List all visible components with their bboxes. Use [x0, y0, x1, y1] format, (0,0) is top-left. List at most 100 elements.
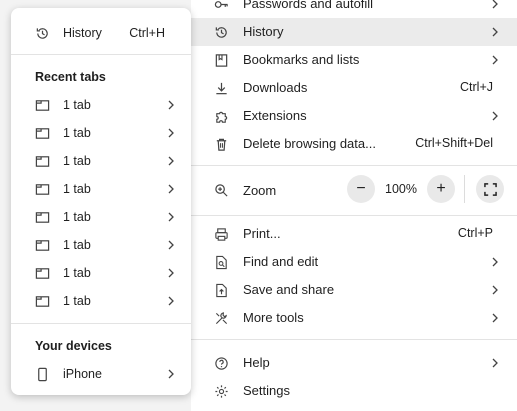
recent-tab-item[interactable]: 1 tab: [11, 147, 191, 175]
menu-item-print[interactable]: Print... Ctrl+P: [191, 220, 517, 248]
chevron-right-icon: [489, 256, 501, 268]
menu-item-history[interactable]: History: [191, 18, 517, 46]
fullscreen-button[interactable]: [476, 175, 504, 203]
tab-icon: [35, 182, 50, 197]
your-devices-heading: Your devices: [35, 339, 112, 353]
menu-item-label: Extensions: [243, 108, 307, 123]
recent-tab-item[interactable]: 1 tab: [11, 119, 191, 147]
tab-icon: [35, 294, 50, 309]
recent-tab-label: 1 tab: [63, 266, 91, 280]
recent-tab-label: 1 tab: [63, 210, 91, 224]
tab-icon: [35, 154, 50, 169]
shortcut-label: Ctrl+P: [457, 226, 493, 240]
menu-item-label: Settings: [243, 383, 290, 398]
chevron-right-icon: [165, 211, 177, 223]
device-label: iPhone: [63, 367, 102, 381]
menu-item-label: Save and share: [243, 282, 335, 297]
chevron-right-icon: [489, 54, 501, 66]
chevron-right-icon: [165, 295, 177, 307]
menu-item-settings[interactable]: Settings: [191, 377, 517, 405]
tab-icon: [35, 126, 50, 141]
recent-tab-label: 1 tab: [63, 126, 91, 140]
menu-item-label: More tools: [243, 310, 304, 325]
recent-tab-item[interactable]: 1 tab: [11, 175, 191, 203]
chevron-right-icon: [165, 127, 177, 139]
recent-tabs-heading: Recent tabs: [35, 70, 106, 84]
recent-tab-label: 1 tab: [63, 182, 91, 196]
menu-item-passwords[interactable]: Passwords and autofill: [191, 0, 517, 18]
menu-item-save-and-share[interactable]: Save and share: [191, 276, 517, 304]
download-icon: [214, 81, 229, 96]
tab-icon: [35, 98, 50, 113]
submenu-item-label: History: [63, 26, 102, 40]
shortcut-label: Ctrl+J: [460, 80, 493, 94]
find-page-icon: [214, 255, 229, 270]
trash-icon: [214, 137, 229, 152]
chevron-right-icon: [489, 0, 501, 10]
menu-item-more-tools[interactable]: More tools: [191, 304, 517, 332]
menu-item-bookmarks[interactable]: Bookmarks and lists: [191, 46, 517, 74]
tools-icon: [214, 311, 229, 326]
chevron-right-icon: [165, 183, 177, 195]
menu-item-label: Help: [243, 355, 270, 370]
recent-tab-item[interactable]: 1 tab: [11, 231, 191, 259]
menu-item-label: Delete browsing data...: [243, 136, 376, 151]
recent-tab-item[interactable]: 1 tab: [11, 287, 191, 315]
recent-tab-label: 1 tab: [63, 238, 91, 252]
recent-tab-label: 1 tab: [63, 154, 91, 168]
menu-divider: [191, 215, 517, 216]
menu-item-label: Bookmarks and lists: [243, 52, 360, 67]
puzzle-icon: [214, 109, 229, 124]
chevron-right-icon: [165, 239, 177, 251]
history-icon: [35, 26, 50, 41]
recent-tab-label: 1 tab: [63, 98, 91, 112]
chevron-right-icon: [489, 284, 501, 296]
chevron-right-icon: [489, 357, 501, 369]
zoom-level-value: 100%: [385, 182, 417, 196]
menu-item-label: History: [243, 24, 284, 39]
fullscreen-icon: [483, 182, 497, 196]
tab-icon: [35, 266, 50, 281]
zoom-out-button[interactable]: −: [347, 175, 375, 203]
menu-divider: [191, 339, 517, 340]
save-share-icon: [214, 283, 229, 298]
history-icon: [214, 25, 229, 40]
recent-tab-item[interactable]: 1 tab: [11, 91, 191, 119]
bookmark-icon: [214, 53, 229, 68]
recent-tab-item[interactable]: 1 tab: [11, 259, 191, 287]
smartphone-icon: [35, 367, 50, 382]
printer-icon: [214, 227, 229, 242]
menu-item-find-and-edit[interactable]: Find and edit: [191, 248, 517, 276]
submenu-item-history[interactable]: History Ctrl+H: [11, 19, 191, 47]
submenu-divider: [11, 323, 191, 324]
menu-item-label: Passwords and autofill: [243, 0, 374, 11]
zoom-icon: [214, 183, 229, 198]
chevron-right-icon: [165, 267, 177, 279]
recent-tab-label: 1 tab: [63, 294, 91, 308]
recent-tab-item[interactable]: 1 tab: [11, 203, 191, 231]
chevron-right-icon: [489, 312, 501, 324]
zoom-divider: [464, 175, 465, 203]
submenu-divider: [11, 54, 191, 55]
chevron-right-icon: [489, 26, 501, 38]
menu-item-delete-browsing-data[interactable]: Delete browsing data... Ctrl+Shift+Del: [191, 130, 517, 158]
chevron-right-icon: [489, 110, 501, 122]
menu-divider: [191, 165, 517, 166]
chrome-main-menu: Passwords and autofill History Bookmarks…: [191, 0, 517, 411]
history-submenu: History Ctrl+H Recent tabs 1 tab 1 tab 1 t…: [11, 8, 191, 395]
chevron-right-icon: [165, 155, 177, 167]
help-icon: [214, 356, 229, 371]
menu-item-help[interactable]: Help: [191, 349, 517, 377]
device-item-iphone[interactable]: iPhone: [11, 360, 191, 388]
chevron-right-icon: [165, 99, 177, 111]
menu-item-downloads[interactable]: Downloads Ctrl+J: [191, 74, 517, 102]
menu-item-label: Find and edit: [243, 254, 319, 269]
zoom-in-button[interactable]: +: [427, 175, 455, 203]
menu-item-label: Downloads: [243, 80, 308, 95]
menu-item-extensions[interactable]: Extensions: [191, 102, 517, 130]
shortcut-label: Ctrl+H: [129, 26, 165, 40]
key-icon: [214, 0, 229, 12]
menu-item-label: Print...: [243, 226, 281, 241]
tab-icon: [35, 238, 50, 253]
chevron-right-icon: [165, 368, 177, 380]
